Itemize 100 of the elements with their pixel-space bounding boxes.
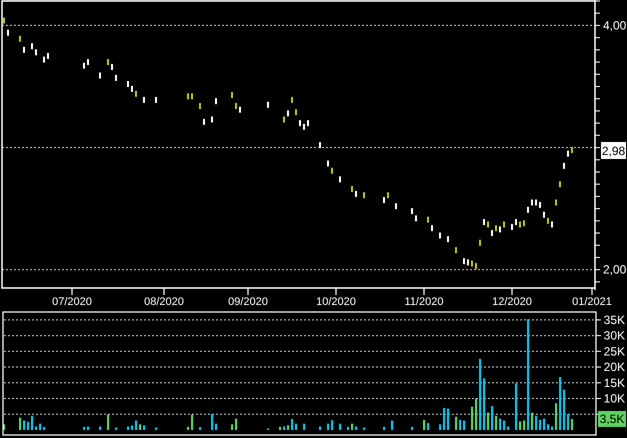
volume-bar: [339, 424, 342, 430]
volume-bar: [139, 424, 142, 430]
volume-bar: [347, 426, 350, 430]
volume-bar: [391, 420, 394, 430]
volume-bar: [523, 420, 526, 430]
volume-bar: [563, 390, 566, 430]
axis-label: 09/2020: [228, 296, 268, 308]
volume-bar: [19, 418, 22, 430]
volume-bar: [83, 426, 86, 430]
price-mark: [479, 240, 481, 246]
axis-label: 2,00: [603, 262, 626, 277]
volume-bar: [39, 424, 42, 430]
volume-bar: [427, 423, 430, 430]
volume-bar: [555, 403, 558, 430]
volume-bar: [479, 358, 482, 430]
volume-bar: [423, 420, 426, 430]
price-mark: [99, 72, 101, 78]
volume-tag: 3,5K: [598, 410, 626, 427]
volume-bar: [23, 420, 26, 430]
volume-bar: [143, 425, 146, 430]
volume-bar: [135, 420, 138, 430]
volume-bar: [211, 414, 214, 430]
volume-bar: [459, 420, 462, 430]
volume-bar: [291, 418, 294, 430]
axis-label: 01/2021: [572, 296, 612, 308]
volume-bar: [491, 406, 494, 430]
volume-bar: [327, 424, 330, 430]
x-tick: [163, 288, 165, 295]
volume-bar: [187, 426, 190, 430]
volume-bar: [107, 414, 110, 430]
axis-label: 08/2020: [144, 296, 184, 308]
volume-bar: [279, 426, 282, 430]
volume-bar: [231, 424, 234, 430]
axis-label: 10/2020: [316, 296, 356, 308]
volume-bar: [199, 427, 202, 430]
volume-bar: [567, 414, 570, 430]
volume-bar: [235, 418, 238, 430]
volume-bar: [127, 426, 130, 430]
volume-bar: [99, 426, 102, 430]
axis-label: 15K: [604, 376, 625, 390]
volume-bar: [463, 420, 466, 430]
volume-bar: [35, 426, 38, 430]
x-tick: [423, 288, 425, 295]
volume-bar: [487, 412, 490, 430]
volume-bar: [355, 426, 358, 430]
x-tick: [335, 288, 337, 295]
volume-bar: [319, 426, 322, 430]
volume-bar: [447, 408, 450, 430]
axis-label: 11/2020: [404, 296, 444, 308]
price-mark: [215, 98, 217, 104]
volume-bar: [331, 420, 334, 430]
volume-bar: [471, 406, 474, 430]
axis-label: 25K: [604, 344, 625, 358]
price-mark: [267, 102, 269, 108]
axis-label: 30K: [604, 328, 625, 343]
price-tag: 2,98: [601, 142, 626, 159]
volume-bar: [551, 426, 554, 430]
volume-bar: [303, 424, 306, 430]
volume-bar: [515, 383, 518, 430]
volume-bar: [543, 418, 546, 430]
axis-label: 12/2020: [492, 296, 532, 308]
volume-bar: [115, 427, 118, 430]
volume-bar: [87, 426, 90, 430]
price-mark: [155, 96, 157, 103]
volume-bar: [27, 422, 30, 430]
volume-bar: [539, 420, 542, 430]
volume-bar: [519, 421, 522, 430]
volume-bar: [383, 426, 386, 430]
volume-bar: [455, 416, 458, 430]
volume-bar: [31, 416, 34, 430]
axis-label: 07/2020: [52, 296, 92, 308]
volume-bar: [483, 378, 486, 430]
volume-bar: [287, 425, 290, 430]
price-mark: [319, 142, 321, 148]
volume-bar: [503, 420, 506, 430]
volume-bar: [3, 424, 6, 430]
volume-bar: [531, 412, 534, 430]
volume-bar: [535, 416, 538, 430]
axis-label: 20K: [604, 360, 625, 374]
axis-label: 35K: [604, 312, 625, 327]
x-tick: [511, 288, 513, 295]
volume-bar: [351, 424, 354, 430]
volume-bar: [191, 414, 194, 430]
volume-bar: [155, 427, 158, 430]
volume-bar: [475, 398, 478, 430]
volume-bar: [443, 408, 446, 430]
price-mark: [559, 181, 561, 188]
volume-bar: [411, 426, 414, 430]
x-tick: [247, 288, 249, 295]
volume-bar: [547, 424, 550, 430]
volume-bar: [131, 426, 134, 430]
volume-bar: [295, 424, 298, 430]
volume-bar: [571, 418, 574, 430]
volume-bar: [439, 424, 442, 430]
axis-label: 4,00: [603, 18, 626, 32]
axis-label: 10K: [604, 392, 625, 406]
price-mark: [555, 200, 557, 206]
volume-bar: [215, 424, 218, 430]
volume-bar: [499, 418, 502, 430]
volume-bar: [495, 416, 498, 430]
